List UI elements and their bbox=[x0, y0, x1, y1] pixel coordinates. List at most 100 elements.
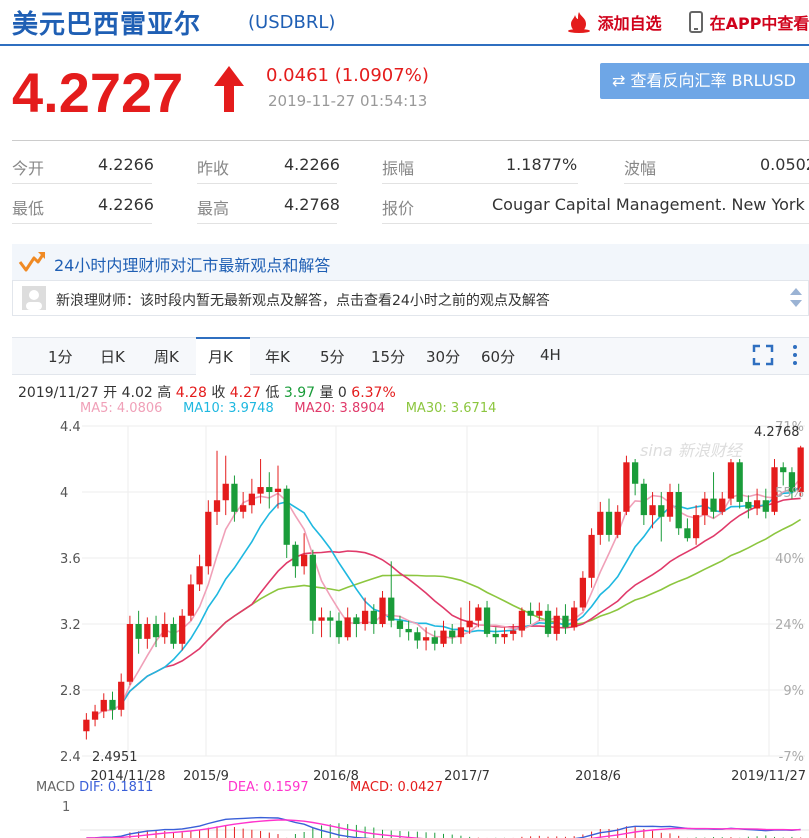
stat-label-high: 最高 bbox=[197, 199, 230, 218]
stat-underline bbox=[12, 183, 152, 184]
add-favorite-button[interactable]: 添加自选 bbox=[566, 10, 662, 34]
pct-tick-label: 24% bbox=[775, 618, 804, 633]
candle-body bbox=[248, 493, 255, 506]
candle-body bbox=[135, 624, 142, 639]
user-icon bbox=[26, 290, 42, 310]
candle-body bbox=[274, 488, 282, 492]
tab-4h[interactable]: 4H bbox=[540, 346, 561, 364]
period-tabs bbox=[12, 337, 809, 375]
macd-dea: DEA: 0.1597 bbox=[227, 780, 309, 795]
reverse-rate-button[interactable]: ⇄ 查看反向汇率 BRLUSD bbox=[600, 63, 809, 99]
ma5-value: MA5: 4.0806 bbox=[80, 401, 163, 416]
stat-underline bbox=[382, 183, 578, 184]
ohlc-low-label: 低 bbox=[265, 385, 280, 401]
macd-label: MACD bbox=[36, 780, 75, 795]
tab-daily[interactable]: 日K bbox=[100, 346, 125, 367]
candle-body bbox=[701, 498, 708, 516]
candle-body bbox=[597, 511, 604, 535]
candle-body bbox=[536, 610, 543, 616]
candle-body bbox=[431, 637, 438, 644]
tab-15min[interactable]: 15分 bbox=[371, 346, 405, 367]
up-arrow-icon bbox=[214, 66, 244, 112]
candle-body bbox=[466, 620, 473, 628]
tab-yearly[interactable]: 年K bbox=[265, 346, 290, 367]
candle-body bbox=[414, 632, 421, 641]
candle-body bbox=[144, 624, 151, 639]
pct-tick-label: 55% bbox=[775, 486, 804, 501]
y-axis-ticks: 4.4 4 3.6 3.2 2.8 2.4 bbox=[60, 420, 81, 765]
candle-body bbox=[501, 633, 508, 638]
flame-icon bbox=[568, 12, 590, 33]
candle-body bbox=[544, 610, 552, 634]
x-tick-label: 2017/7 bbox=[444, 769, 490, 784]
candle-body bbox=[666, 492, 674, 517]
candle-body bbox=[283, 488, 290, 545]
candle-body bbox=[571, 607, 578, 628]
candle-body bbox=[179, 615, 186, 644]
candle-body bbox=[353, 617, 360, 624]
tab-weekly[interactable]: 周K bbox=[154, 346, 179, 367]
candle-body bbox=[457, 627, 465, 638]
reverse-rate-label: 查看反向汇率 BRLUSD bbox=[630, 71, 797, 90]
tab-5min[interactable]: 5分 bbox=[320, 346, 345, 367]
candle-body bbox=[109, 699, 116, 710]
candle-body bbox=[240, 505, 247, 512]
macd-macd: MACD: 0.0427 bbox=[350, 780, 443, 795]
pct-tick-label: 9% bbox=[783, 684, 804, 699]
candle-body bbox=[632, 462, 639, 484]
stat-value-quoter: Cougar Capital Management. New York bbox=[492, 195, 805, 214]
scroll-arrows-icon[interactable] bbox=[788, 286, 804, 310]
candle-body bbox=[483, 607, 491, 634]
fullscreen-icon[interactable] bbox=[752, 344, 774, 366]
stat-underline bbox=[197, 183, 337, 184]
candle-body bbox=[736, 462, 743, 502]
y-tick-label: 2.8 bbox=[60, 684, 81, 699]
candle-body bbox=[745, 501, 752, 509]
ma5-series bbox=[94, 477, 802, 717]
ohlc-vol-label: 量 bbox=[319, 385, 334, 401]
candle-body bbox=[553, 615, 560, 634]
candlestick-chart[interactable]: sina 新浪财经 4.443.63.22.82.4 71%55%40%24%9… bbox=[0, 418, 809, 838]
candle-body bbox=[292, 544, 299, 567]
candle-body bbox=[231, 483, 238, 512]
candle-body bbox=[422, 637, 430, 641]
macd-panel bbox=[86, 816, 802, 838]
ma5-line bbox=[94, 477, 802, 717]
tab-30min[interactable]: 30分 bbox=[426, 346, 460, 367]
y-tick-label: 3.2 bbox=[60, 618, 81, 633]
max-price-label: 4.2768 bbox=[754, 425, 800, 440]
candle-body bbox=[379, 597, 386, 624]
pct-tick-label: 40% bbox=[775, 552, 804, 567]
trend-check-icon bbox=[18, 252, 46, 272]
candle-body bbox=[370, 610, 377, 624]
news-message: 新浪理财师：该时段内暂无最新观点及解答，点击查看24小时之前的观点及解答 bbox=[56, 293, 550, 309]
y-tick-label: 4 bbox=[60, 486, 68, 501]
candle-body bbox=[170, 624, 177, 644]
quote-time: 2019-11-27 01:54:13 bbox=[268, 92, 428, 110]
tab-1min[interactable]: 1分 bbox=[48, 346, 73, 367]
candle-body bbox=[91, 711, 99, 720]
app-view-button[interactable]: 在APP中查看 bbox=[688, 10, 809, 34]
candle-body bbox=[118, 681, 125, 710]
stat-label-open: 今开 bbox=[12, 159, 45, 178]
ohlc-high: 4.28 bbox=[175, 385, 207, 401]
candle-body bbox=[222, 483, 229, 501]
x-tick-label: 2019/11/27 bbox=[731, 769, 806, 784]
news-title-link[interactable]: 24小时内理财师对汇市最新观点和解答 bbox=[54, 252, 330, 276]
candle-body bbox=[562, 615, 569, 628]
symbol-code: (USDBRL) bbox=[248, 12, 336, 33]
candle-body bbox=[518, 610, 526, 631]
ohlc-low: 3.97 bbox=[283, 385, 316, 401]
candle-body bbox=[300, 554, 308, 567]
avatar bbox=[22, 286, 46, 310]
tab-60min[interactable]: 60分 bbox=[481, 346, 515, 367]
tab-monthly[interactable]: 月K bbox=[208, 346, 233, 367]
candle-body bbox=[257, 487, 264, 494]
candle-body bbox=[692, 515, 700, 539]
ohlc-vol: 0 bbox=[337, 385, 347, 401]
current-price: 4.2727 bbox=[12, 61, 184, 124]
candle-body bbox=[327, 617, 334, 621]
candle-body bbox=[309, 554, 316, 621]
candle-body bbox=[658, 505, 665, 517]
more-menu-icon[interactable] bbox=[790, 344, 800, 366]
